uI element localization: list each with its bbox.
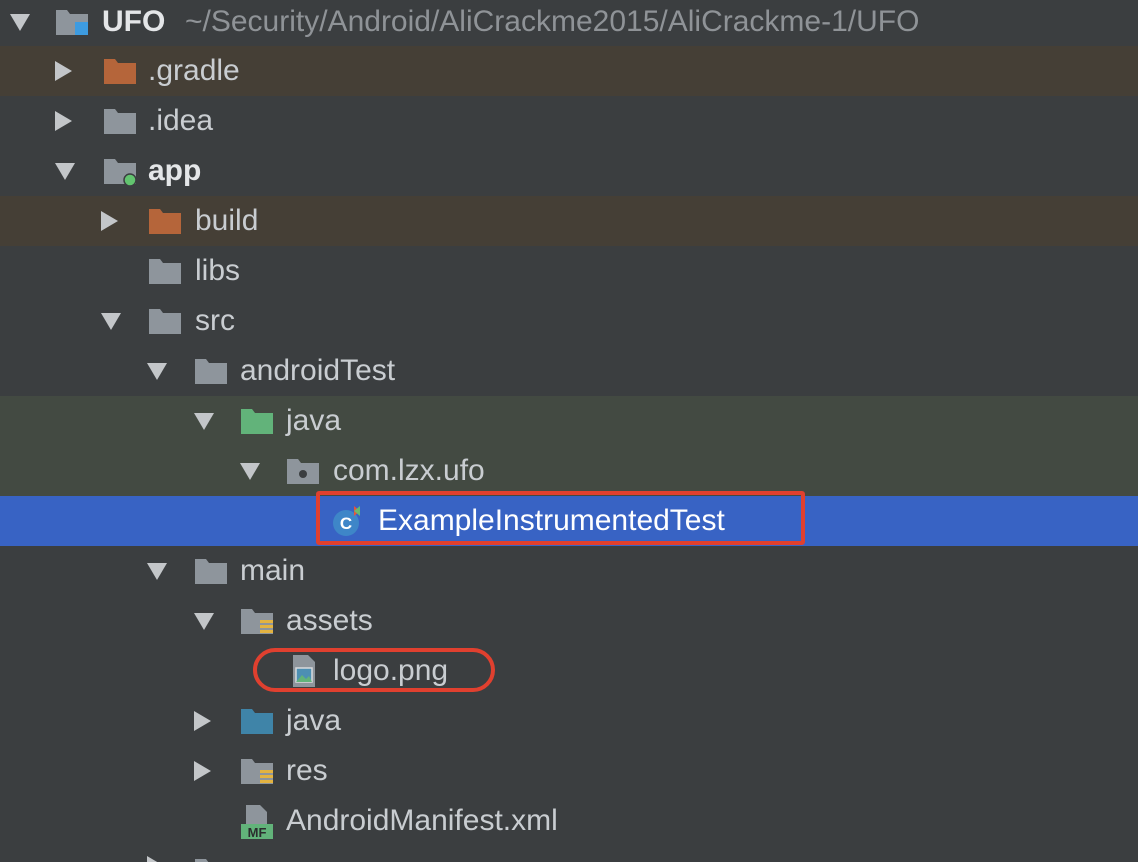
tree-item-label: AndroidManifest.xml (286, 804, 558, 837)
tree-item-label: ExampleInstrumentedTest (378, 504, 725, 537)
expand-arrow-icon[interactable] (194, 761, 211, 781)
tree-row-example-instrumented-test[interactable]: C ExampleInstrumentedTest (0, 496, 1138, 546)
tree-row-package[interactable]: com.lzx.ufo (0, 446, 1138, 496)
package-icon (286, 456, 320, 486)
expand-arrow-icon[interactable] (55, 111, 72, 131)
folder-icon (194, 856, 228, 862)
project-module-folder-icon (55, 7, 89, 37)
collapse-arrow-icon[interactable] (194, 413, 214, 430)
tree-row-libs[interactable]: libs (0, 246, 1138, 296)
tree-row-logo-png[interactable]: logo.png (0, 646, 1138, 696)
tree-item-label: main (240, 554, 306, 587)
collapse-arrow-icon[interactable] (147, 363, 167, 380)
collapse-arrow-icon[interactable] (194, 613, 214, 630)
tree-row-res[interactable]: res (0, 746, 1138, 796)
project-tree: UFO ~/Security/Android/AliCrackme2015/Al… (0, 0, 1138, 862)
tree-item-label: java (286, 404, 342, 437)
resource-folder-icon (240, 756, 274, 786)
test-source-folder-icon (240, 406, 274, 436)
tree-row-app[interactable]: app (0, 146, 1138, 196)
tree-row-idea[interactable]: .idea (0, 96, 1138, 146)
tree-row-build[interactable]: build (0, 196, 1138, 246)
folder-icon (103, 106, 137, 136)
tree-row-main[interactable]: main (0, 546, 1138, 596)
tree-item-label: .gradle (148, 54, 240, 87)
project-path: ~/Security/Android/AliCrackme2015/AliCra… (185, 5, 920, 38)
tree-row-test-java[interactable]: java (0, 396, 1138, 446)
resource-folder-icon (240, 606, 274, 636)
folder-icon (194, 356, 228, 386)
collapse-arrow-icon[interactable] (10, 14, 30, 31)
manifest-file-icon: MF (240, 804, 274, 840)
test-class-icon: C (331, 504, 365, 536)
excluded-folder-icon (103, 56, 137, 86)
tree-item-label: .idea (148, 104, 214, 137)
collapse-arrow-icon[interactable] (147, 563, 167, 580)
android-module-folder-icon (103, 156, 137, 186)
source-folder-icon (240, 706, 274, 736)
tree-item-label: UFO (102, 5, 166, 38)
tree-item-label: assets (286, 604, 373, 637)
tree-row-androidtest[interactable]: androidTest (0, 346, 1138, 396)
svg-text:MF: MF (248, 825, 267, 840)
tree-row-ufo-root[interactable]: UFO ~/Security/Android/AliCrackme2015/Al… (0, 0, 1138, 47)
expand-arrow-icon[interactable] (101, 211, 118, 231)
folder-icon (194, 556, 228, 586)
tree-item-label: java (286, 704, 342, 737)
tree-row-partial[interactable] (0, 846, 1138, 862)
collapse-arrow-icon[interactable] (55, 163, 75, 180)
tree-item-label: res (286, 754, 328, 787)
folder-icon (148, 256, 182, 286)
folder-icon (148, 306, 182, 336)
excluded-folder-icon (148, 206, 182, 236)
tree-item-label: app (148, 154, 202, 187)
tree-row-gradle[interactable]: .gradle (0, 46, 1138, 96)
tree-item-label: src (195, 304, 235, 337)
tree-item-label: logo.png (333, 654, 449, 687)
svg-text:C: C (340, 514, 352, 533)
tree-item-label: androidTest (240, 354, 396, 387)
collapse-arrow-icon[interactable] (101, 313, 121, 330)
image-file-icon (289, 654, 323, 687)
tree-item-label: libs (195, 254, 241, 287)
expand-arrow-icon[interactable] (194, 711, 211, 731)
tree-row-main-java[interactable]: java (0, 696, 1138, 746)
expand-arrow-icon[interactable] (147, 856, 164, 862)
tree-row-android-manifest[interactable]: MF AndroidManifest.xml (0, 796, 1138, 846)
tree-row-src[interactable]: src (0, 296, 1138, 346)
tree-item-label: com.lzx.ufo (333, 454, 485, 487)
expand-arrow-icon[interactable] (55, 61, 72, 81)
tree-item-label: build (195, 204, 259, 237)
tree-row-assets[interactable]: assets (0, 596, 1138, 646)
collapse-arrow-icon[interactable] (240, 463, 260, 480)
